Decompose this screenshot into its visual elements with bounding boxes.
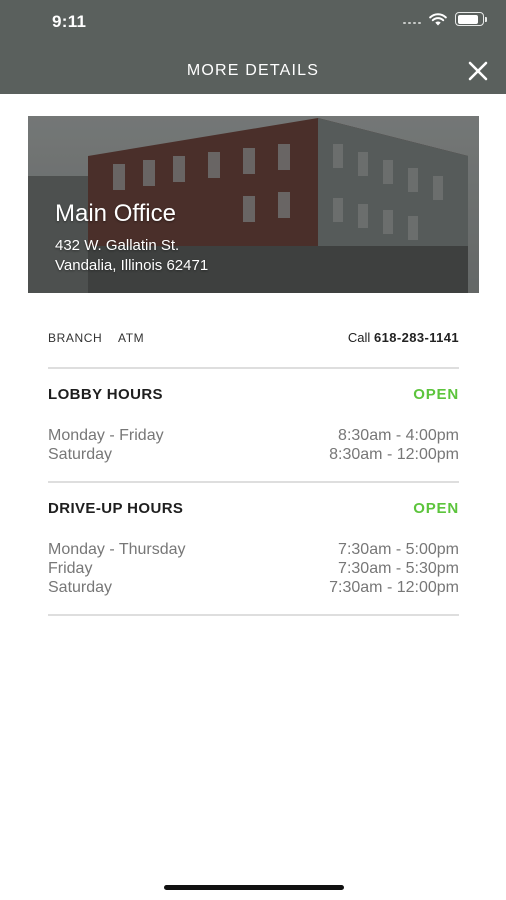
tab-atm[interactable]: ATM	[118, 331, 144, 345]
day-label: Friday	[48, 560, 93, 577]
status-icons	[403, 12, 487, 26]
hours-value: 8:30am - 4:00pm	[338, 427, 459, 444]
hours-row: Monday - Thursday 7:30am - 5:00pm	[48, 541, 459, 560]
wifi-icon	[429, 12, 447, 25]
call-link[interactable]: Call 618-283-1141	[348, 330, 459, 345]
hours-value: 7:30am - 5:30pm	[338, 560, 459, 577]
hours-value: 8:30am - 12:00pm	[329, 446, 459, 463]
home-indicator[interactable]	[164, 885, 344, 890]
hours-value: 7:30am - 12:00pm	[329, 579, 459, 596]
driveup-status-badge: OPEN	[413, 500, 459, 517]
close-icon	[468, 61, 488, 81]
hours-row: Friday 7:30am - 5:30pm	[48, 560, 459, 579]
day-label: Saturday	[48, 579, 113, 596]
divider	[48, 481, 459, 483]
branch-photo: Main Office 432 W. Gallatin St. Vandalia…	[28, 116, 479, 293]
lobby-status-badge: OPEN	[413, 386, 459, 403]
signal-icon	[403, 14, 421, 24]
location-info: Main Office 432 W. Gallatin St. Vandalia…	[55, 200, 208, 276]
day-label: Monday - Thursday	[48, 541, 186, 558]
lobby-hours-title: LOBBY HOURS	[48, 386, 163, 403]
battery-icon	[455, 12, 487, 26]
address-line-1: 432 W. Gallatin St.	[55, 237, 180, 254]
page-title: MORE DETAILS	[186, 62, 320, 79]
hours-row: Saturday 7:30am - 12:00pm	[48, 579, 459, 598]
status-time: 9:11	[52, 12, 87, 31]
address-line-2: Vandalia, Illinois 62471	[55, 257, 209, 274]
close-button[interactable]	[467, 60, 489, 82]
divider	[48, 614, 459, 616]
hours-row: Monday - Friday 8:30am - 4:00pm	[48, 427, 459, 446]
call-prefix: Call	[347, 330, 371, 345]
phone-number: 618-283-1141	[373, 330, 459, 345]
hours-value: 7:30am - 5:00pm	[338, 541, 459, 558]
day-label: Monday - Friday	[48, 427, 164, 444]
tabs-row: BRANCH ATM Call 618-283-1141	[48, 330, 459, 346]
driveup-hours-title: DRIVE-UP HOURS	[48, 500, 184, 517]
divider	[48, 367, 459, 369]
day-label: Saturday	[48, 446, 113, 463]
tab-branch[interactable]: BRANCH	[48, 331, 102, 345]
location-name: Main Office	[55, 200, 176, 227]
hours-row: Saturday 8:30am - 12:00pm	[48, 446, 459, 465]
top-bar: 9:11 MORE DETAILS	[0, 0, 506, 94]
